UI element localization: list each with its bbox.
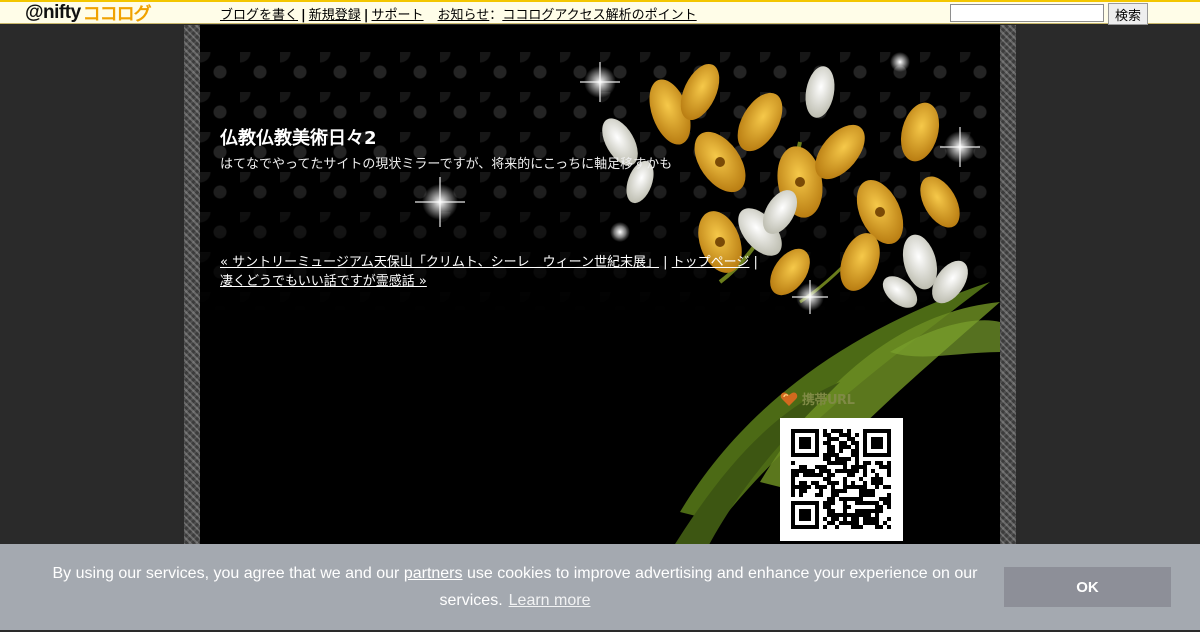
mobile-url-heading: 携帯URL [780,389,855,408]
cookie-text-before: By using our services, you agree that we… [52,565,404,582]
notice-article-link[interactable]: ココログアクセス解析のポイント [502,8,696,23]
cookie-consent-banner: By using our services, you agree that we… [0,544,1200,630]
write-blog-link[interactable]: ブログを書く [220,8,298,23]
notice-link[interactable]: お知らせ [438,8,490,23]
nav-separator: | [659,255,672,270]
nav-divider: | [301,8,306,23]
entry-navigation: « サントリーミュージアム天保山「クリムト、シーレ ウィーン世紀末展」 | トッ… [220,253,780,291]
learn-more-link[interactable]: Learn more [509,592,591,609]
support-link[interactable]: サポート [372,8,424,23]
partners-link[interactable]: partners [404,565,463,582]
nav-separator: | [749,255,758,270]
cookie-ok-button[interactable]: OK [1004,567,1171,607]
mobile-qr-code [780,418,903,541]
top-page-link[interactable]: トップページ [672,255,750,270]
topbar-nav: ブログを書く | 新規登録 | サポート お知らせ：ココログアクセス解析のポイント [220,4,697,23]
blog-title[interactable]: 仏教仏教美術日々2 [220,124,377,150]
notice-colon: ： [489,8,503,23]
qr-code-image [791,429,891,529]
cocolog-logo[interactable]: @nifty ココログ [25,1,152,25]
prev-entry-link[interactable]: « サントリーミュージアム天保山「クリムト、シーレ ウィーン世紀末展」 [220,255,659,270]
nifty-topbar: @nifty ココログ ブログを書く | 新規登録 | サポート お知らせ：ココログアクセ… [0,0,1200,25]
register-link[interactable]: 新規登録 [309,8,361,23]
cookie-message: By using our services, you agree that we… [30,560,1000,614]
logo-at-nifty: @nifty [25,2,81,23]
mobile-url-label: 携帯URL [802,393,855,408]
search-input[interactable] [950,4,1104,22]
heart-badge-icon [780,392,798,406]
blog-description: はてなでやってたサイトの現状ミラーですが、将来的にこっちに軸足移すかも [220,157,673,172]
search-button[interactable]: 検索 [1108,3,1148,25]
logo-cocolog: ココログ [82,4,152,24]
next-entry-link[interactable]: 凄くどうでもいい話ですが霊感話 » [220,274,427,289]
nav-divider: | [363,8,369,23]
